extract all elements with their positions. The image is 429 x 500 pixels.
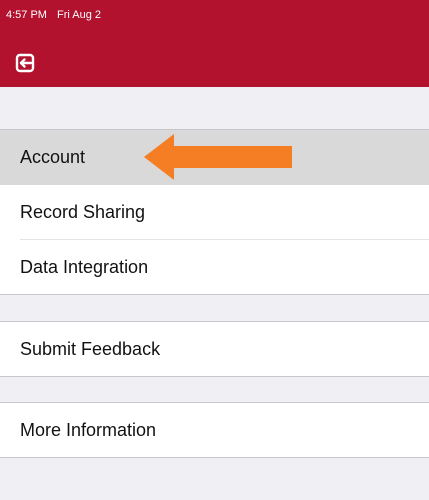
- app-header: 4:57 PM Fri Aug 2: [0, 0, 429, 87]
- status-date: Fri Aug 2: [57, 9, 102, 21]
- app-screen: 4:57 PM Fri Aug 2 Account Record Sharing…: [0, 0, 429, 500]
- menu-item-data-integration[interactable]: Data Integration: [0, 240, 429, 295]
- menu-item-account[interactable]: Account: [0, 130, 429, 185]
- menu-section-spacer: [0, 295, 429, 322]
- exit-button[interactable]: [13, 51, 37, 75]
- menu-item-record-sharing[interactable]: Record Sharing: [0, 185, 429, 240]
- menu-item-more-information[interactable]: More Information: [0, 403, 429, 458]
- menu-item-label: Submit Feedback: [20, 338, 161, 359]
- status-time: 4:57 PM: [6, 9, 47, 21]
- menu-section-spacer: [0, 377, 429, 403]
- menu-item-label: More Information: [20, 419, 157, 440]
- settings-menu: Account Record Sharing Data Integration …: [0, 87, 429, 500]
- exit-icon: [15, 53, 35, 73]
- menu-item-label: Record Sharing: [20, 202, 146, 222]
- menu-section-spacer: [0, 87, 429, 130]
- menu-item-label: Account: [20, 147, 86, 167]
- menu-item-label: Data Integration: [20, 256, 149, 277]
- menu-item-submit-feedback[interactable]: Submit Feedback: [0, 322, 429, 377]
- status-bar: 4:57 PM Fri Aug 2: [6, 7, 101, 23]
